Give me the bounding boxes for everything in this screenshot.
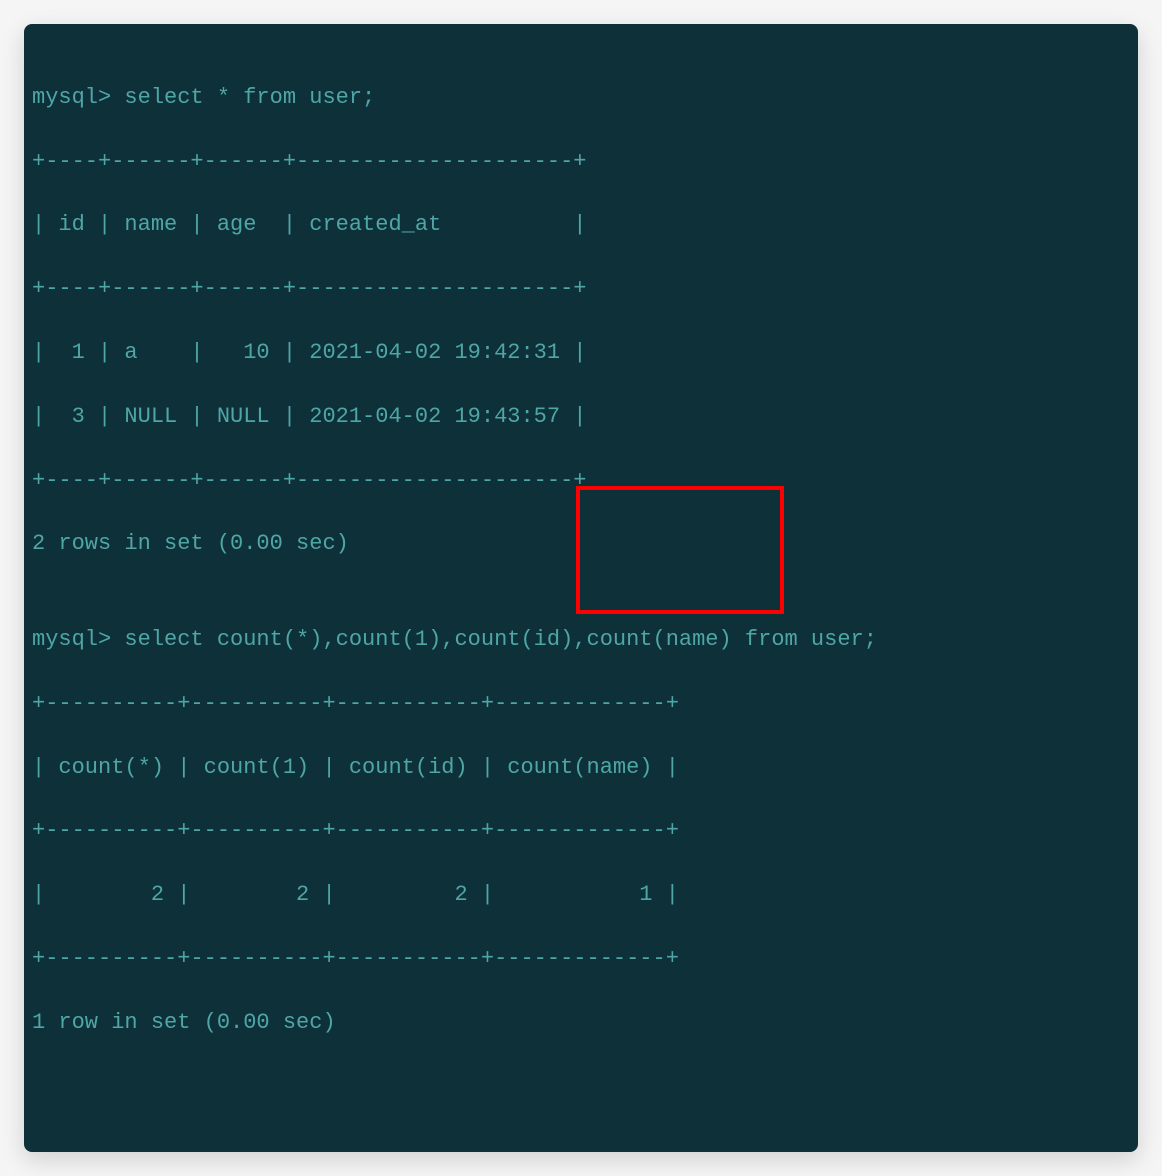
table-border: +----+------+------+--------------------… [32,146,1130,178]
terminal-content[interactable]: mysql> select * from user; +----+------+… [24,50,1138,1134]
terminal-window: mysql> select * from user; +----+------+… [24,24,1138,1152]
table-border: +----------+----------+-----------+-----… [32,688,1130,720]
table-border: +----------+----------+-----------+-----… [32,815,1130,847]
table-header-row: | id | name | age | created_at | [32,209,1130,241]
table-border: +----------+----------+-----------+-----… [32,943,1130,975]
table-border: +----+------+------+--------------------… [32,465,1130,497]
result-status: 1 row in set (0.00 sec) [32,1007,1130,1039]
table-row: | 1 | a | 10 | 2021-04-02 19:42:31 | [32,337,1130,369]
sql-prompt-line: mysql> select count(*),count(1),count(id… [32,624,1130,656]
table-border: +----+------+------+--------------------… [32,273,1130,305]
sql-prompt-line: mysql> select * from user; [32,82,1130,114]
table-row: | 2 | 2 | 2 | 1 | [32,879,1130,911]
table-header-row: | count(*) | count(1) | count(id) | coun… [32,752,1130,784]
result-status: 2 rows in set (0.00 sec) [32,528,1130,560]
table-row: | 3 | NULL | NULL | 2021-04-02 19:43:57 … [32,401,1130,433]
